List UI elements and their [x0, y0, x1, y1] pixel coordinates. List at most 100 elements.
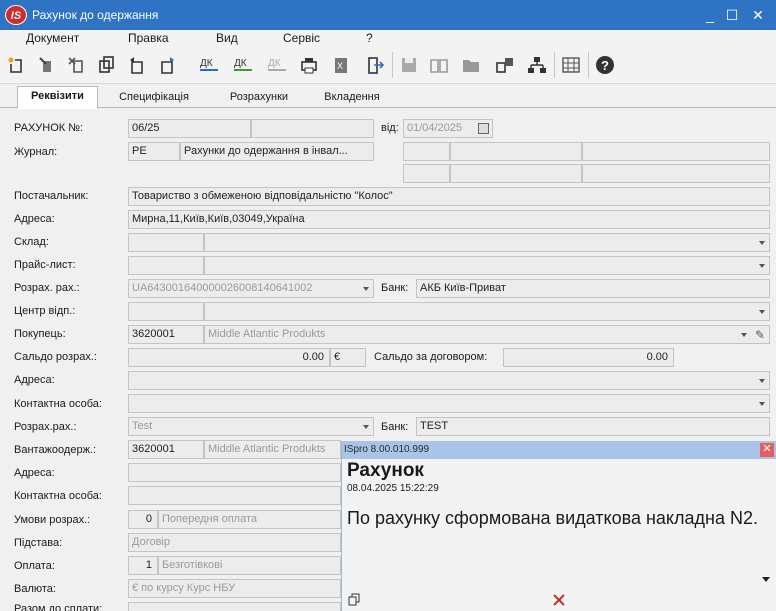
payment-terms-select[interactable]: Попередня оплата [158, 510, 341, 529]
date-field[interactable]: 01/04/2025 [403, 119, 493, 138]
minimize-button[interactable]: _ [700, 5, 720, 25]
exit-button[interactable] [362, 52, 388, 78]
tab-attachments[interactable]: Вкладення [312, 88, 392, 108]
debit-credit-button[interactable]: ДК [196, 52, 222, 78]
journal-code-field[interactable]: РЕ [128, 142, 180, 161]
consignee-code-field[interactable]: 3620001 [128, 440, 204, 459]
structure-button[interactable] [524, 52, 550, 78]
warehouse-code-field[interactable] [128, 233, 204, 252]
basis-field[interactable]: Договір [128, 533, 341, 552]
bank2-label: Банк: [381, 421, 409, 433]
maximize-button[interactable]: ☐ [722, 5, 742, 25]
menu-edit[interactable]: Правка [128, 31, 169, 45]
chevron-down-icon [759, 379, 765, 383]
help-button[interactable]: ? [592, 52, 618, 78]
copy-icon [99, 56, 114, 73]
address3-field[interactable] [128, 463, 341, 482]
contact-select[interactable] [128, 394, 770, 413]
payment-select[interactable]: Безготівкові [158, 556, 341, 575]
price-list-label: Прайс-лист: [14, 259, 76, 271]
book-icon [430, 59, 448, 73]
close-button[interactable]: ✕ [748, 5, 768, 25]
payment-terms-label: Умови розрах.: [14, 514, 91, 526]
menu-help[interactable]: ? [366, 31, 373, 45]
tab-strip: Реквізити Специфікація Розрахунки Вкладе… [0, 84, 776, 109]
svg-text:?: ? [601, 58, 609, 73]
doc-arrow-icon [130, 57, 143, 74]
chevron-down-icon [759, 241, 765, 245]
address2-select[interactable] [128, 371, 770, 390]
tab-settlements[interactable]: Розрахунки [214, 88, 304, 108]
journal-name-field[interactable]: Рахунки до одержання в інвал... [180, 142, 374, 161]
contract-balance-field[interactable]: 0.00 [503, 348, 674, 367]
notification-close-icon[interactable]: ✕ [760, 443, 774, 457]
payment-label: Оплата: [14, 560, 55, 572]
supplier-label: Постачальник: [14, 190, 89, 202]
tab-requisites[interactable]: Реквізити [17, 86, 98, 109]
export-button[interactable]: X [328, 52, 354, 78]
excel-icon: X [335, 58, 347, 73]
price-list-code-field[interactable] [128, 256, 204, 275]
dept-center-select[interactable] [204, 302, 770, 321]
move-doc-button[interactable] [124, 52, 150, 78]
notification-title: Рахунок [347, 460, 424, 481]
notification-popup: ISpro 8.00.010.999 ✕ Рахунок 08.04.2025 … [341, 441, 776, 611]
invoice-suffix-field[interactable] [251, 119, 374, 138]
account2-select[interactable]: Test [128, 417, 374, 436]
tab-specification[interactable]: Специфікація [106, 88, 202, 108]
bank-field[interactable]: АКБ Київ-Приват [416, 279, 770, 298]
total-field[interactable] [128, 602, 341, 611]
calendar-icon[interactable] [478, 123, 489, 134]
restore-icon[interactable] [348, 593, 361, 606]
menu-service[interactable]: Сервіс [283, 31, 320, 45]
grid-button[interactable] [558, 52, 584, 78]
app-logo: IS [5, 5, 27, 25]
bank-label: Банк: [381, 282, 409, 294]
create-doc-button[interactable] [4, 52, 30, 78]
consignee-select[interactable]: Middle Atlantic Produkts [204, 440, 341, 459]
link-icon [496, 58, 513, 73]
title-bar: IS Рахунок до одержання _ ☐ ✕ [0, 0, 776, 30]
print-button[interactable] [296, 52, 322, 78]
new-doc-icon [8, 57, 22, 73]
edit-doc-button[interactable] [34, 52, 60, 78]
account-select[interactable]: UA643001640000026008140641002 [128, 279, 374, 298]
account-label: Розрах. рах.: [14, 282, 80, 294]
dk-icon: ДК [234, 58, 252, 71]
currency-label: Валюта: [14, 583, 56, 595]
pencil-icon[interactable]: ✎ [755, 327, 765, 343]
warehouse-select[interactable] [204, 233, 770, 252]
price-list-select[interactable] [204, 256, 770, 275]
payment-terms-code-field[interactable]: 0 [128, 510, 158, 529]
scroll-down-icon[interactable] [762, 577, 770, 582]
dismiss-icon[interactable] [552, 593, 566, 607]
contact2-field[interactable] [128, 486, 341, 505]
payment-code-field[interactable]: 1 [128, 556, 158, 575]
buyer-code-field[interactable]: 3620001 [128, 325, 204, 344]
address2-label: Адреса: [14, 374, 55, 386]
menu-view[interactable]: Вид [216, 31, 238, 45]
balance-field[interactable]: 0.00 [128, 348, 330, 367]
extra-field-1 [403, 142, 450, 161]
contact2-label: Контактна особа: [14, 490, 102, 502]
invoice-no-label: РАХУНОК №: [14, 122, 84, 134]
address-field[interactable]: Мирна,11,Київ,Київ,03049,Україна [128, 210, 770, 229]
contract-balance-label: Сальдо за договором: [374, 351, 488, 363]
book-button [426, 52, 452, 78]
dept-center-code-field[interactable] [128, 302, 204, 321]
debit-credit2-button[interactable]: ДК [230, 52, 256, 78]
chevron-down-icon [363, 425, 369, 429]
supplier-field[interactable]: Товариство з обмеженою відповідальністю … [128, 187, 770, 206]
currency-field[interactable]: € по курсу Курс НБУ [128, 579, 341, 598]
edit-doc-icon [39, 57, 51, 72]
copy-doc-button[interactable] [94, 52, 120, 78]
move-doc2-button[interactable] [154, 52, 180, 78]
buyer-select[interactable]: Middle Atlantic Produkts ✎ [204, 325, 770, 344]
link-button[interactable] [492, 52, 518, 78]
invoice-no-field[interactable]: 06/25 [128, 119, 251, 138]
bank2-field[interactable]: TEST [416, 417, 770, 436]
delete-doc-button[interactable] [64, 52, 90, 78]
menu-document[interactable]: Документ [26, 31, 79, 45]
extra-field-5 [450, 164, 582, 183]
svg-text:ДК: ДК [200, 58, 213, 69]
